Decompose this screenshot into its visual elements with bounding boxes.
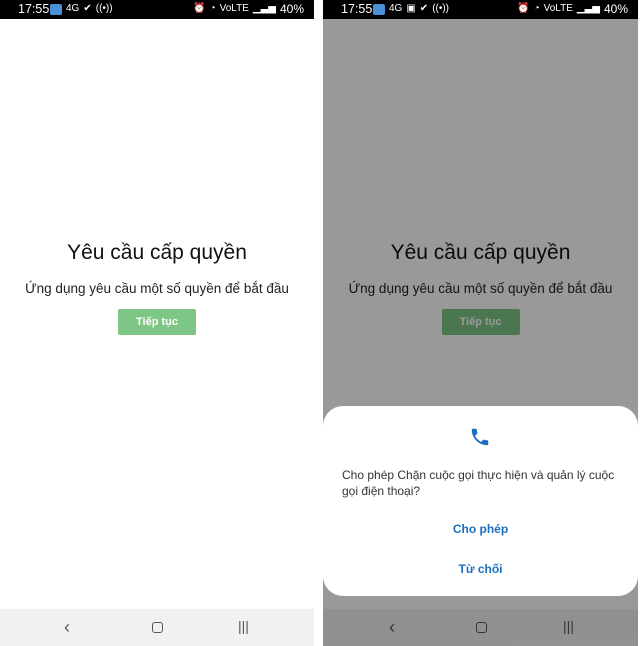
notification-badge-icon (373, 4, 385, 15)
4g-icon: 4G (389, 3, 403, 14)
status-icons-left: 4G ✔ ((•)) (50, 2, 113, 16)
allow-button[interactable]: Cho phép (323, 522, 638, 536)
page-subtitle: Ứng dụng yêu cầu một số quyền để bắt đầu (25, 281, 289, 296)
check-icon: ✔ (419, 3, 429, 14)
screenshot-divider (314, 0, 323, 646)
wifi-icon: ◔ (533, 3, 540, 14)
notification-badge-icon (50, 4, 62, 15)
phone-screen-right: 17:55 4G ▣ ✔ ((•)) ⏰ ◔ VoLTE ▁▃▅ 40% Yêu… (323, 0, 638, 646)
alarm-icon: ⏰ (517, 3, 530, 14)
phone-screen-left: 17:55 4G ✔ ((•)) ⏰ ◔ VoLTE ▁▃▅ 40% Yêu c… (0, 0, 314, 646)
continue-button[interactable]: Tiếp tục (118, 309, 196, 335)
back-icon[interactable]: ‹ (64, 617, 70, 638)
signal-bars-icon: ▁▃▅ (576, 3, 600, 14)
volte-icon: VoLTE (543, 3, 573, 14)
dialog-message: Cho phép Chặn cuộc gọi thực hiện và quản… (342, 468, 615, 498)
phone-icon (471, 428, 489, 446)
battery-percent: 40% (603, 2, 628, 16)
volte-icon: VoLTE (219, 3, 249, 14)
recents-icon[interactable]: ||| (238, 618, 249, 634)
status-bar: 17:55 4G ▣ ✔ ((•)) ⏰ ◔ VoLTE ▁▃▅ 40% (323, 0, 638, 19)
wifi-icon: ◔ (209, 3, 216, 14)
status-icons-right: ⏰ ◔ VoLTE ▁▃▅ 40% (517, 2, 628, 16)
check-icon: ✔ (83, 3, 92, 14)
permission-screen: Yêu cầu cấp quyền Ứng dụng yêu cầu một s… (0, 19, 314, 609)
status-time: 17:55 (18, 2, 50, 16)
page-title: Yêu cầu cấp quyền (67, 241, 247, 264)
status-icons-left: 4G ▣ ✔ ((•)) (373, 2, 449, 16)
battery-percent: 40% (279, 2, 304, 16)
signal-icon: ((•)) (432, 3, 450, 14)
signal-bars-icon: ▁▃▅ (252, 3, 276, 14)
status-bar: 17:55 4G ✔ ((•)) ⏰ ◔ VoLTE ▁▃▅ 40% (0, 0, 314, 19)
deny-button[interactable]: Từ chối (323, 562, 638, 576)
status-time: 17:55 (341, 2, 373, 16)
status-icons-right: ⏰ ◔ VoLTE ▁▃▅ 40% (193, 2, 304, 16)
image-icon: ▣ (406, 3, 416, 14)
permission-dialog: Cho phép Chặn cuộc gọi thực hiện và quản… (323, 406, 638, 596)
signal-icon: ((•)) (95, 3, 113, 14)
4g-icon: 4G (66, 3, 80, 14)
navigation-bar: ‹ ||| (0, 609, 314, 646)
home-icon[interactable] (152, 622, 163, 633)
alarm-icon: ⏰ (193, 3, 206, 14)
